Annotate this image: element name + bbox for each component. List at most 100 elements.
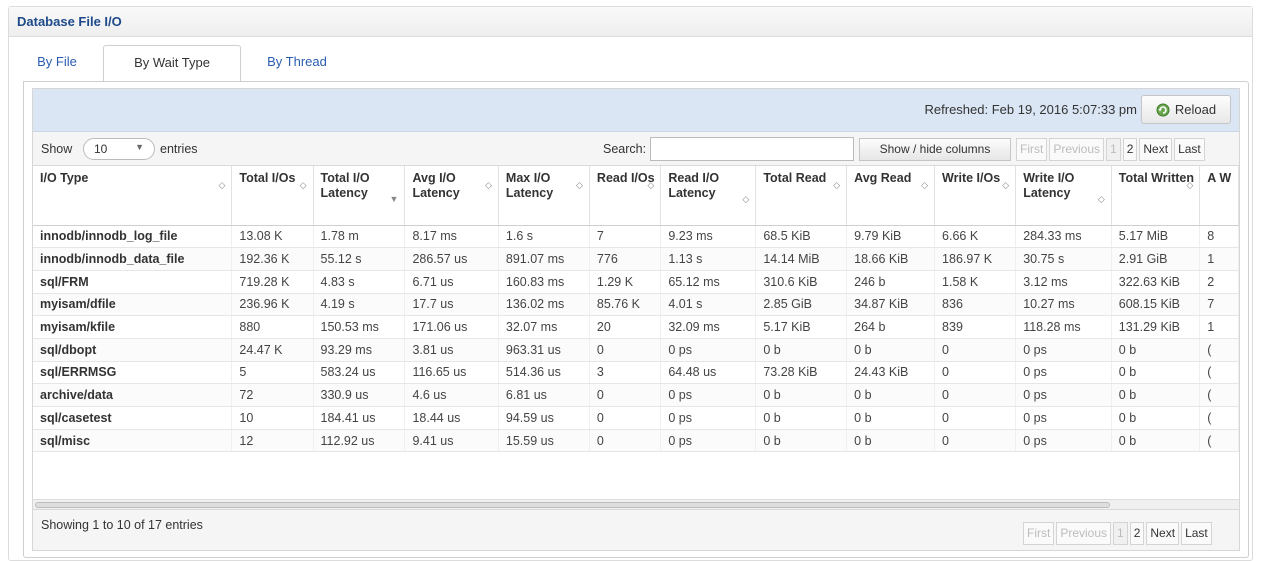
pager-first[interactable]: First xyxy=(1023,522,1055,545)
table-cell: 136.02 ms xyxy=(498,293,590,317)
pager-page-2[interactable]: 2 xyxy=(1122,138,1138,161)
table-cell: 32.09 ms xyxy=(660,315,757,339)
reload-button[interactable]: Reload xyxy=(1141,95,1231,124)
table-cell: 32.07 ms xyxy=(498,315,590,339)
cell-io-type: myisam/kfile xyxy=(33,315,233,339)
table-cell: 0 ps xyxy=(1015,406,1112,430)
col-header-total-ios[interactable]: Total I/Os ◇ xyxy=(231,166,314,226)
table-cell: 5.17 MiB xyxy=(1111,225,1201,249)
table-cell: 286.57 us xyxy=(404,247,499,271)
table-cell: 1.13 s xyxy=(660,247,757,271)
pager-next[interactable]: Next xyxy=(1146,522,1180,545)
table-cell: 583.24 us xyxy=(313,361,406,385)
col-header-avg-written[interactable]: A W xyxy=(1199,166,1239,226)
table-cell: ( xyxy=(1199,406,1239,430)
table-cell: 192.36 K xyxy=(231,247,314,271)
table-cell: 64.48 us xyxy=(660,361,757,385)
table-cell: 0 xyxy=(589,383,662,407)
table-cell: ( xyxy=(1199,361,1239,385)
table-cell: 246 b xyxy=(846,270,936,294)
table-cell: 150.53 ms xyxy=(313,315,406,339)
cell-io-type: innodb/innodb_log_file xyxy=(33,225,233,249)
table-cell: ( xyxy=(1199,429,1239,453)
table-cell: 73.28 KiB xyxy=(755,361,848,385)
col-header-avg-io-latency[interactable]: Avg I/O Latency ◇ xyxy=(404,166,499,226)
table-cell: 4.19 s xyxy=(313,293,406,317)
table-cell: 0 xyxy=(934,429,1017,453)
table-cell: 34.87 KiB xyxy=(846,293,936,317)
pager-first[interactable]: First xyxy=(1016,138,1048,161)
table-cell: 0 ps xyxy=(1015,383,1112,407)
table-row: innodb/innodb_log_file 13.08 K 1.78 m 8.17 … xyxy=(33,225,1239,249)
table-cell: 514.36 us xyxy=(498,361,590,385)
bottom-pagination: First Previous 1 2 Next Last xyxy=(1023,522,1212,545)
table-cell: 1 xyxy=(1199,247,1239,271)
table-cell: 13.08 K xyxy=(231,225,314,249)
pager-page-1[interactable]: 1 xyxy=(1106,138,1121,161)
reload-icon xyxy=(1156,103,1170,117)
refresh-toolbar: Refreshed: Feb 19, 2016 5:07:33 pm Reloa… xyxy=(33,89,1239,132)
table-row: sql/misc 12 112.92 us 9.41 us 15.59 us 0 0 ps 0… xyxy=(33,429,1239,453)
pager-previous[interactable]: Previous xyxy=(1056,522,1112,545)
tab-by-thread[interactable]: By Thread xyxy=(251,45,343,82)
table-row: sql/ERRMSG 5 583.24 us 116.65 us 514.36 us 3 6… xyxy=(33,361,1239,385)
scrollbar-thumb[interactable] xyxy=(35,502,1110,508)
pager-last[interactable]: Last xyxy=(1181,522,1212,545)
pager-previous[interactable]: Previous xyxy=(1049,138,1105,161)
pager-next[interactable]: Next xyxy=(1139,138,1173,161)
table-row: myisam/kfile 880 150.53 ms 171.06 us 32.07 m… xyxy=(33,315,1239,339)
col-header-total-io-latency[interactable]: Total I/O Latency ▼ xyxy=(313,166,406,226)
search-input[interactable] xyxy=(650,137,854,161)
col-header-total-written[interactable]: Total Written ◇ xyxy=(1111,166,1201,226)
cell-io-type: archive/data xyxy=(33,383,233,407)
col-header-io-type[interactable]: I/O Type ◇ xyxy=(33,166,233,226)
showing-entries-info: Showing 1 to 10 of 17 entries xyxy=(41,518,203,532)
table-cell: 2.85 GiB xyxy=(755,293,848,317)
pager-page-1[interactable]: 1 xyxy=(1113,522,1128,545)
table-cell: 608.15 KiB xyxy=(1111,293,1201,317)
cell-io-type: sql/dbopt xyxy=(33,338,233,362)
horizontal-scrollbar[interactable] xyxy=(33,499,1239,509)
entries-label: entries xyxy=(160,142,198,156)
sort-icon: ◇ xyxy=(299,180,307,190)
col-header-avg-read[interactable]: Avg Read ◇ xyxy=(846,166,936,226)
table-cell: 5.17 KiB xyxy=(755,315,848,339)
table-cell: 0 b xyxy=(846,338,936,362)
table-row: sql/dbopt 24.47 K 93.29 ms 3.81 us 963.31 us… xyxy=(33,338,1239,362)
table-cell: 0 xyxy=(589,429,662,453)
col-header-write-io-latency[interactable]: Write I/O Latency ◇ xyxy=(1015,166,1112,226)
tab-by-wait-type[interactable]: By Wait Type xyxy=(103,45,241,82)
table-cell: 0 b xyxy=(755,406,848,430)
page-size-select[interactable]: 10 ▼ xyxy=(83,138,155,160)
sort-icon: ◇ xyxy=(742,194,750,204)
tab-by-file[interactable]: By File xyxy=(19,45,95,82)
pager-last[interactable]: Last xyxy=(1174,138,1205,161)
database-file-io-panel: Database File I/O By File By Wait Type B… xyxy=(8,6,1253,561)
table-cell: 0 ps xyxy=(660,338,757,362)
page-size-value: 10 xyxy=(94,142,108,156)
cell-io-type: myisam/dfile xyxy=(33,293,233,317)
io-wait-type-table: I/O Type ◇ Total I/Os ◇ Total I/O Latency ▼… xyxy=(33,166,1239,453)
table-cell: 30.75 s xyxy=(1015,247,1112,271)
reload-label: Reload xyxy=(1174,102,1217,117)
sort-desc-icon: ▼ xyxy=(389,194,399,204)
table-cell: 0 ps xyxy=(1015,361,1112,385)
col-header-write-ios[interactable]: Write I/Os ◇ xyxy=(934,166,1017,226)
table-cell: 0 b xyxy=(846,406,936,430)
table-cell: 0 b xyxy=(755,429,848,453)
table-cell: 10.27 ms xyxy=(1015,293,1112,317)
table-cell: 0 ps xyxy=(660,406,757,430)
col-header-max-io-latency[interactable]: Max I/O Latency ◇ xyxy=(498,166,590,226)
table-cell: 65.12 ms xyxy=(660,270,757,294)
table-cell: 7 xyxy=(589,225,662,249)
pager-page-2[interactable]: 2 xyxy=(1129,522,1145,545)
col-header-read-ios[interactable]: Read I/Os ◇ xyxy=(589,166,662,226)
table-cell: 186.97 K xyxy=(934,247,1017,271)
cell-io-type: sql/misc xyxy=(33,429,233,453)
table-cell: 9.23 ms xyxy=(660,225,757,249)
table-cell: 15.59 us xyxy=(498,429,590,453)
col-header-read-io-latency[interactable]: Read I/O Latency ◇ xyxy=(660,166,757,226)
show-hide-columns-button[interactable]: Show / hide columns xyxy=(859,138,1011,161)
table-row: sql/FRM 719.28 K 4.83 s 6.71 us 160.83 ms 1.2… xyxy=(33,270,1239,294)
col-header-total-read[interactable]: Total Read ◇ xyxy=(755,166,848,226)
